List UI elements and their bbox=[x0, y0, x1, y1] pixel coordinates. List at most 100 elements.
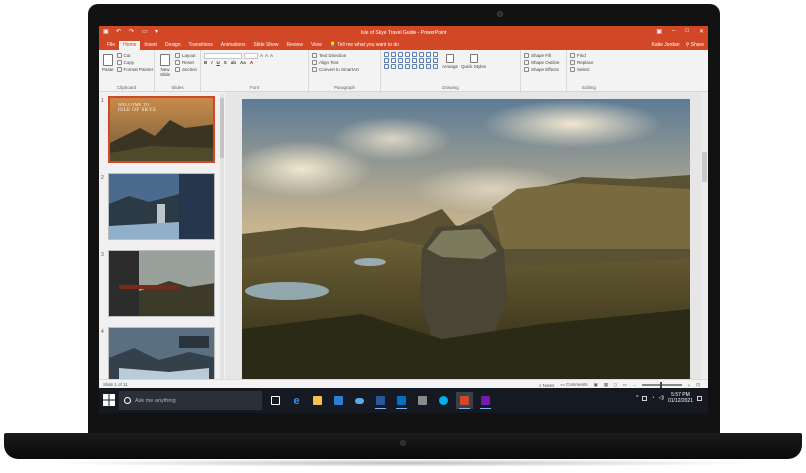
reset-label: Reset bbox=[181, 60, 194, 65]
font-size-field[interactable] bbox=[244, 52, 258, 59]
task-view-button[interactable] bbox=[267, 392, 284, 409]
find-button[interactable]: Find bbox=[570, 52, 608, 59]
slide-number: 2 bbox=[101, 175, 104, 181]
volume-icon[interactable]: ◁) bbox=[658, 395, 664, 401]
tab-file[interactable]: File bbox=[103, 41, 119, 50]
share-button[interactable]: ⚲ Share bbox=[686, 42, 704, 48]
clipboard-label: Clipboard bbox=[116, 85, 137, 90]
photos-button[interactable] bbox=[414, 392, 431, 409]
ribbon-display-icon[interactable]: ▣ bbox=[656, 28, 662, 35]
zoom-out-icon[interactable]: − bbox=[633, 383, 636, 388]
font-label: Font bbox=[249, 85, 259, 90]
user-name[interactable]: Katie Jordan bbox=[652, 42, 680, 48]
tell-me-box[interactable]: 💡 Tell me what you want to do bbox=[326, 41, 403, 50]
char-spacing-icon[interactable]: ab bbox=[231, 60, 236, 65]
workspace: 1 WELCOME TO ISLE OF SKYE 2 3 4 Slide 1 … bbox=[99, 92, 708, 394]
tab-design[interactable]: Design bbox=[161, 41, 185, 50]
text-direction-button[interactable]: Text Direction bbox=[312, 52, 377, 59]
skype-icon bbox=[439, 396, 448, 405]
layout-button[interactable]: Layout bbox=[174, 52, 197, 59]
photos-icon bbox=[418, 396, 427, 405]
section-button[interactable]: Section bbox=[174, 66, 197, 73]
tab-view[interactable]: View bbox=[307, 41, 326, 50]
windows-start-icon[interactable] bbox=[103, 394, 115, 406]
slide-thumbnail-3[interactable] bbox=[108, 250, 215, 317]
zoom-in-icon[interactable]: + bbox=[688, 383, 691, 388]
tab-home[interactable]: Home bbox=[119, 41, 141, 50]
new-slide-label: New Slide bbox=[159, 67, 170, 77]
grow-font-icon[interactable]: A bbox=[260, 53, 263, 58]
strikethrough-icon[interactable]: S bbox=[224, 60, 227, 65]
tab-insert[interactable]: Insert bbox=[140, 41, 161, 50]
font-color-icon[interactable]: A bbox=[250, 60, 253, 65]
cortana-search-box[interactable]: Ask me anything bbox=[119, 391, 262, 410]
file-explorer-button[interactable] bbox=[309, 392, 326, 409]
magnifier-icon bbox=[570, 53, 575, 58]
edge-button[interactable]: e bbox=[288, 392, 305, 409]
laptop-shadow bbox=[40, 459, 766, 467]
shape-outline-button[interactable]: Shape Outline bbox=[524, 59, 563, 66]
thumbnail-scrollbar[interactable] bbox=[220, 94, 224, 382]
wifi-icon[interactable]: ◔ bbox=[651, 395, 654, 401]
slide-editor-canvas[interactable] bbox=[242, 99, 690, 379]
font-name-field[interactable] bbox=[204, 52, 242, 59]
change-case-icon[interactable]: Aa bbox=[240, 60, 246, 65]
skype-button[interactable] bbox=[435, 392, 452, 409]
word-button[interactable] bbox=[372, 392, 389, 409]
tab-slide-show[interactable]: Slide Show bbox=[250, 41, 283, 50]
bold-icon[interactable]: B bbox=[204, 60, 207, 65]
clock-date: 01/12/2021 bbox=[667, 398, 693, 404]
outlook-button[interactable] bbox=[393, 392, 410, 409]
quick-styles-button[interactable]: Quick Styles bbox=[461, 52, 486, 69]
text-direction-icon bbox=[312, 53, 317, 58]
tray-chevron-icon[interactable]: ^ bbox=[636, 395, 638, 401]
slide-thumbnail-2[interactable] bbox=[108, 173, 215, 240]
copy-button[interactable]: Copy bbox=[116, 59, 154, 66]
base-sensor bbox=[400, 440, 406, 446]
clear-format-icon[interactable]: A bbox=[270, 53, 273, 58]
shapes-gallery[interactable] bbox=[384, 52, 439, 69]
paste-button[interactable]: Paste bbox=[102, 52, 114, 73]
arrange-button[interactable]: Arrange bbox=[442, 52, 458, 69]
italic-icon[interactable]: I bbox=[211, 60, 212, 65]
slide-thumbnail-1[interactable]: WELCOME TO ISLE OF SKYE bbox=[108, 96, 215, 163]
arrange-label: Arrange bbox=[442, 64, 459, 69]
powerpoint-button[interactable] bbox=[456, 392, 473, 409]
underline-icon[interactable]: U bbox=[217, 60, 220, 65]
maximize-icon[interactable]: □ bbox=[685, 28, 689, 35]
tab-review[interactable]: Review bbox=[283, 41, 307, 50]
task-view-icon bbox=[271, 396, 280, 405]
zoom-slider[interactable] bbox=[641, 382, 682, 388]
tab-animations[interactable]: Animations bbox=[217, 41, 250, 50]
select-label: Select bbox=[577, 67, 590, 72]
select-button[interactable]: Select bbox=[570, 66, 608, 73]
shape-outline-label: Shape Outline bbox=[531, 60, 560, 65]
system-clock[interactable]: 5:57 PM 01/12/2021 bbox=[668, 392, 693, 404]
format-painter-button[interactable]: Format Painter bbox=[116, 66, 153, 73]
battery-icon[interactable] bbox=[642, 395, 648, 401]
align-text-button[interactable]: Align Text bbox=[312, 59, 377, 66]
reset-button[interactable]: Reset bbox=[174, 59, 197, 66]
shape-effects-button[interactable]: Shape Effects bbox=[524, 66, 563, 73]
shrink-font-icon[interactable]: A bbox=[265, 53, 268, 58]
onenote-icon bbox=[481, 396, 490, 405]
slides-label: Slides bbox=[171, 85, 184, 90]
action-center-icon[interactable] bbox=[697, 395, 702, 401]
shape-fill-button[interactable]: Shape Fill bbox=[524, 52, 563, 59]
tab-transitions[interactable]: Transitions bbox=[185, 41, 217, 50]
onenote-button[interactable] bbox=[477, 392, 494, 409]
replace-button[interactable]: Replace bbox=[570, 59, 608, 66]
new-slide-button[interactable]: New Slide bbox=[158, 52, 172, 77]
close-icon[interactable]: ✕ bbox=[699, 28, 704, 35]
convert-smartart-button[interactable]: Convert to SmartArt bbox=[312, 66, 377, 73]
cut-button[interactable]: Cut bbox=[116, 52, 154, 59]
onedrive-button[interactable] bbox=[351, 392, 368, 409]
editing-label: Editing bbox=[582, 85, 596, 90]
store-button[interactable] bbox=[330, 392, 347, 409]
minimize-icon[interactable]: – bbox=[672, 28, 675, 35]
shape-effects-label: Shape Effects bbox=[531, 67, 559, 72]
align-text-icon bbox=[312, 60, 317, 65]
notes-button[interactable]: ≡ Notes bbox=[539, 383, 555, 388]
powerpoint-icon bbox=[460, 396, 469, 405]
editor-scrollbar[interactable] bbox=[701, 92, 708, 384]
